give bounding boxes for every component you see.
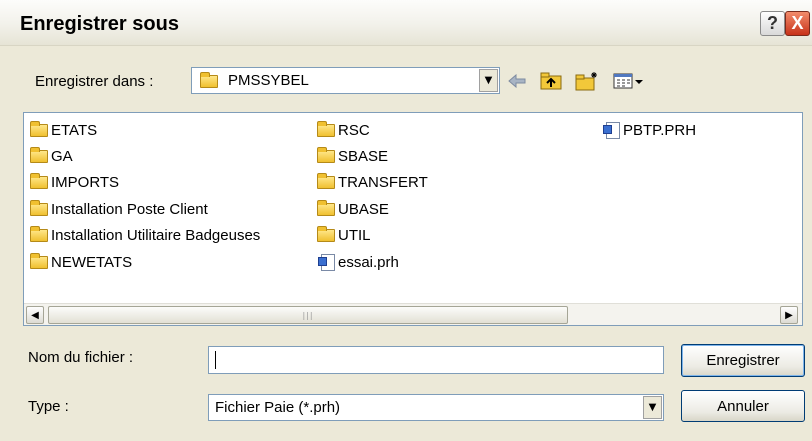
folder-icon [30, 225, 48, 242]
folder-icon [30, 199, 48, 216]
folder-icon [317, 172, 335, 189]
back-arrow-icon[interactable] [506, 69, 528, 93]
list-item[interactable]: NEWETATS [30, 250, 132, 274]
filename-label: Nom du fichier : [28, 349, 134, 366]
folder-icon [317, 199, 335, 216]
item-label: IMPORTS [51, 173, 120, 191]
scrollbar-thumb[interactable]: ||| [48, 306, 568, 324]
save-button[interactable]: Enregistrer [681, 344, 805, 377]
item-label: Installation Poste Client [51, 200, 208, 218]
scroll-right-button[interactable]: ▶ [780, 306, 798, 324]
item-label: UBASE [338, 200, 389, 218]
prh-file-icon [318, 253, 335, 271]
list-item[interactable]: IMPORTS [30, 170, 119, 194]
horizontal-scrollbar[interactable]: ◀ ||| ▶ [24, 303, 802, 325]
scroll-left-button[interactable]: ◀ [26, 306, 44, 324]
item-label: PBTP.PRH [623, 121, 697, 139]
list-item[interactable]: PBTP.PRH [603, 118, 697, 142]
window-title: Enregistrer sous [20, 13, 179, 35]
cancel-button[interactable]: Annuler [681, 390, 805, 422]
save-in-value: PMSSYBEL [228, 72, 309, 89]
folder-icon [30, 172, 48, 189]
folder-icon [30, 252, 48, 269]
chevron-down-icon[interactable]: ▼ [479, 69, 498, 92]
folder-icon [200, 71, 218, 89]
help-icon: ? [767, 13, 778, 33]
item-label: SBASE [338, 147, 389, 165]
item-label: NEWETATS [51, 253, 133, 271]
folder-icon [30, 146, 48, 163]
grip-icon: ||| [302, 310, 314, 320]
list-item[interactable]: SBASE [317, 144, 388, 168]
file-list[interactable]: ETATS GA IMPORTS Installation Poste Clie… [23, 112, 803, 326]
save-in-combo[interactable]: PMSSYBEL ▼ [191, 67, 500, 94]
view-menu-icon[interactable] [612, 69, 646, 93]
list-item[interactable]: TRANSFERT [317, 170, 428, 194]
list-item[interactable]: RSC [317, 118, 370, 142]
item-label: UTIL [338, 226, 371, 244]
prh-file-icon [603, 121, 620, 139]
item-label: GA [51, 147, 73, 165]
filetype-label: Type : [28, 398, 69, 415]
list-item[interactable]: essai.prh [318, 250, 399, 274]
filename-input[interactable] [208, 346, 664, 374]
save-in-label: Enregistrer dans : [35, 73, 154, 90]
filetype-combo[interactable]: Fichier Paie (*.prh) ▼ [208, 394, 664, 421]
chevron-left-icon: ◀ [31, 309, 39, 321]
up-folder-icon[interactable] [538, 69, 564, 93]
close-icon: X [791, 13, 804, 33]
filetype-value: Fichier Paie (*.prh) [215, 399, 341, 416]
item-label: RSC [338, 121, 370, 139]
folder-icon [317, 225, 335, 242]
help-button[interactable]: ? [760, 11, 785, 36]
list-item[interactable]: GA [30, 144, 73, 168]
item-label: essai.prh [338, 253, 399, 271]
list-item[interactable]: ETATS [30, 118, 97, 142]
item-label: Installation Utilitaire Badgeuses [51, 226, 261, 244]
folder-icon [317, 120, 335, 137]
list-item[interactable]: UTIL [317, 223, 371, 247]
list-item[interactable]: Installation Poste Client [30, 197, 208, 221]
list-item[interactable]: UBASE [317, 197, 389, 221]
item-label: TRANSFERT [338, 173, 428, 191]
folder-icon [30, 120, 48, 137]
item-label: ETATS [51, 121, 98, 139]
title-bar: Enregistrer sous ? X [0, 0, 812, 46]
chevron-right-icon: ▶ [785, 309, 793, 321]
chevron-down-icon[interactable]: ▼ [643, 396, 662, 419]
new-folder-icon[interactable] [574, 69, 600, 93]
list-item[interactable]: Installation Utilitaire Badgeuses [30, 223, 260, 247]
close-button[interactable]: X [785, 11, 810, 36]
text-cursor [215, 351, 216, 369]
folder-icon [317, 146, 335, 163]
